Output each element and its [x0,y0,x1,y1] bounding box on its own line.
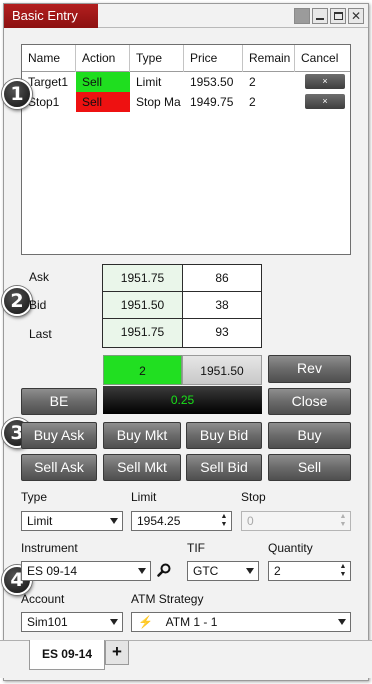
column-header-price[interactable]: Price [184,45,243,72]
close-window-button[interactable]: ✕ [348,8,364,24]
quantity-value: 2 [274,564,281,578]
column-header-name[interactable]: Name [22,45,76,72]
chevron-down-icon [338,619,346,625]
quantity-spinner[interactable]: 2 ▲ ▼ [268,561,351,581]
add-tab-button[interactable]: + [105,641,129,665]
chevron-down-icon [110,518,118,524]
order-type-select[interactable]: Limit [21,511,123,531]
column-header-cancel[interactable]: Cancel [295,45,350,72]
stop-price-spinner: 0 ▲ ▼ [241,511,351,531]
last-price[interactable]: 1951.75 [103,319,183,347]
sell-ask-button[interactable]: Sell Ask [21,454,97,481]
cancel-order-button[interactable]: × [305,94,345,109]
orders-grid: Name Action Type Price Remain Cancel Tar… [21,44,351,255]
maximize-button[interactable] [330,8,346,24]
instrument-value: ES 09-14 [27,564,78,578]
atm-strategy-value: ATM 1 - 1 [165,615,218,629]
order-action: Sell [76,92,130,112]
reverse-button[interactable]: Rev [268,355,351,383]
order-price: 1953.50 [190,75,234,89]
instrument-tab-bar: ES 09-14 + [0,640,372,678]
column-header-action[interactable]: Action [76,45,130,72]
bid-price[interactable]: 1951.50 [103,292,183,318]
minimize-icon [316,18,324,20]
close-position-button[interactable]: Close [268,388,351,415]
chevron-down-icon [246,568,254,574]
instrument-select[interactable]: ES 09-14 [21,561,151,581]
order-cancel-cell: × [295,92,350,112]
spinner-arrows-icon[interactable]: ▲ ▼ [339,563,347,579]
title-divider [98,27,368,28]
ask-label: Ask [29,270,50,284]
spinner-arrows-icon: ▲ ▼ [339,513,347,528]
limit-label: Limit [131,490,157,504]
order-type-value: Limit [27,514,53,528]
buy-market-button[interactable]: Buy Mkt [103,422,181,449]
options-button[interactable] [294,8,310,24]
atm-strategy-label: ATM Strategy [131,592,204,606]
last-size: 93 [215,325,229,339]
tab-es-09-14[interactable]: ES 09-14 [29,640,105,670]
order-type: Limit [136,75,162,89]
cancel-order-button[interactable]: × [305,74,345,89]
chevron-down-icon [138,568,146,574]
position-pnl: 0.25 [103,386,262,414]
order-remain: 2 [249,95,256,109]
account-value: Sim101 [27,615,68,629]
account-select[interactable]: Sim101 [21,612,123,632]
order-row-target1[interactable]: Target1 Sell Limit 1953.50 2 × [22,72,350,92]
ask-price[interactable]: 1951.75 [103,265,183,291]
search-icon[interactable] [157,563,171,577]
stop-label: Stop [241,490,266,504]
position-quantity: 2 [103,355,182,385]
breakeven-button[interactable]: BE [21,388,97,415]
sell-market-button[interactable]: Sell Mkt [103,454,181,481]
minimize-button[interactable] [312,8,328,24]
limit-price-value: 1954.25 [137,514,181,528]
bid-row: 1951.50 38 [103,292,261,319]
order-cancel-cell: × [295,72,350,92]
last-label: Last [29,327,52,341]
window-controls: ✕ [294,8,364,24]
buy-button[interactable]: Buy [268,422,351,449]
order-price: 1949.75 [190,95,234,109]
close-icon: ✕ [350,9,362,23]
buy-ask-button[interactable]: Buy Ask [21,422,97,449]
order-remain: 2 [249,75,256,89]
sell-bid-button[interactable]: Sell Bid [186,454,262,481]
instrument-label: Instrument [21,541,78,555]
window-title: Basic Entry [4,4,98,28]
ask-row: 1951.75 86 [103,265,261,292]
ask-size: 86 [215,271,229,285]
last-row: 1951.75 93 [103,319,261,347]
buy-bid-button[interactable]: Buy Bid [186,422,262,449]
callout-badge-1: 1 [2,79,32,109]
sell-button[interactable]: Sell [268,454,351,481]
tif-label: TIF [187,541,205,555]
spinner-arrows-icon[interactable]: ▲ ▼ [220,513,228,529]
column-header-type[interactable]: Type [130,45,184,72]
lightning-icon: ⚡ [138,615,153,629]
stop-price-value: 0 [247,514,254,528]
order-row-stop1[interactable]: Stop1 Sell Stop Ma 1949.75 2 × [22,92,350,112]
bid-label: Bid [29,298,47,312]
callout-badge-2: 2 [2,286,32,316]
quote-grid: 1951.75 86 1951.50 38 1951.75 93 [102,264,262,348]
tif-value: GTC [193,564,219,578]
tif-select[interactable]: GTC [187,561,259,581]
order-action: Sell [76,72,130,92]
type-label: Type [21,490,48,504]
position-avg-price: 1951.50 [182,355,262,385]
bid-size: 38 [215,298,229,312]
column-header-remain[interactable]: Remain [243,45,295,72]
atm-strategy-select[interactable]: ⚡ ATM 1 - 1 [131,612,351,632]
orders-header: Name Action Type Price Remain Cancel [22,45,350,72]
limit-price-spinner[interactable]: 1954.25 ▲ ▼ [131,511,232,531]
account-label: Account [21,592,65,606]
quantity-label: Quantity [268,541,313,555]
maximize-icon [333,12,343,20]
order-type: Stop Ma [136,95,181,109]
chevron-down-icon [110,619,118,625]
